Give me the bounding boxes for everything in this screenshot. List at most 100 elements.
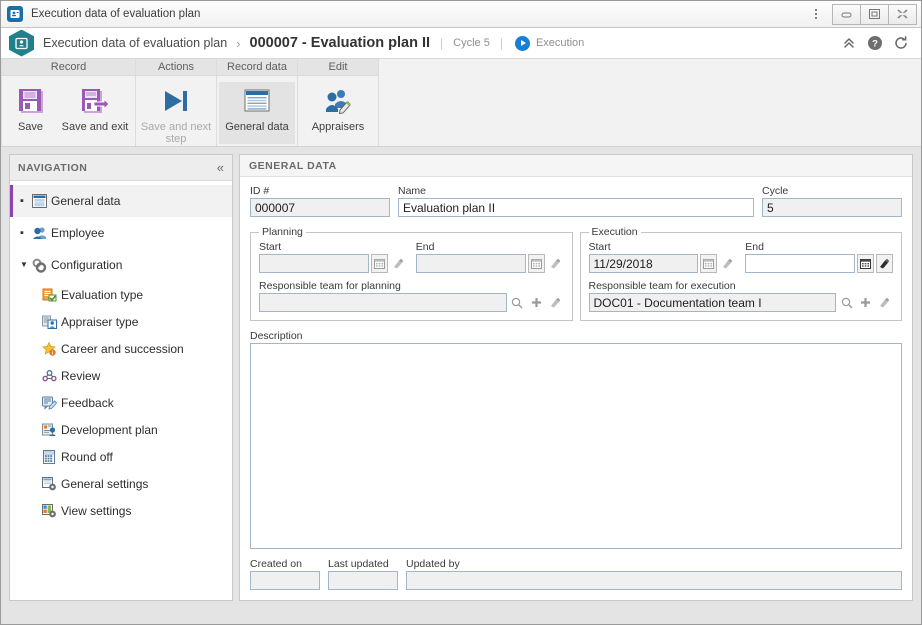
sidebar-item-label: Round off <box>61 449 113 464</box>
description-label: Description <box>250 330 303 342</box>
sidebar-item-round-off[interactable]: Round off <box>10 443 232 470</box>
save-and-next-step-button[interactable]: Save and next step <box>138 82 214 146</box>
clear-brush-icon[interactable] <box>876 254 893 273</box>
calendar-icon[interactable] <box>857 254 874 273</box>
ribbon-group-edit: Edit Appraisers <box>298 59 379 146</box>
planning-team-input[interactable] <box>259 293 507 312</box>
close-button[interactable] <box>888 3 917 25</box>
sidebar-item-configuration[interactable]: ▼ Configuration <box>10 249 232 281</box>
execution-fieldset: Execution Start 11/29/2018 End Responsib… <box>579 226 902 321</box>
id-label: ID # <box>250 185 270 197</box>
sidebar-item-label: Appraiser type <box>61 314 139 329</box>
sidebar-item-label: Employee <box>51 226 105 240</box>
id-field-group: ID # <box>250 185 390 217</box>
name-input[interactable] <box>398 198 754 217</box>
development-plan-icon <box>40 422 58 438</box>
last-updated-group: Last updated <box>328 558 398 590</box>
save-and-exit-button[interactable]: Save and exit <box>57 82 133 144</box>
planning-end-label: End <box>415 241 435 253</box>
created-on-group: Created on <box>250 558 320 590</box>
window-menu-icon[interactable] <box>805 3 827 25</box>
general-data-icon <box>243 85 271 117</box>
maximize-button[interactable] <box>860 3 889 25</box>
ribbon-empty-space <box>379 59 921 146</box>
planning-start-label: Start <box>259 241 282 253</box>
sidebar-item-development-plan[interactable]: Development plan <box>10 416 232 443</box>
sidebar-item-feedback[interactable]: Feedback <box>10 389 232 416</box>
cycle-input[interactable] <box>762 198 902 217</box>
execution-dates: Start 11/29/2018 End <box>588 241 893 273</box>
execution-end-label: End <box>745 241 764 253</box>
execution-team-group: Responsible team for execution <box>588 280 894 312</box>
updated-by-label: Updated by <box>406 558 460 570</box>
sidebar-item-appraiser-type[interactable]: Appraiser type <box>10 308 232 335</box>
id-input[interactable] <box>250 198 390 217</box>
save-button[interactable]: Save <box>4 82 57 144</box>
planning-team-group: Responsible team for planning <box>259 280 564 312</box>
created-on-input <box>250 571 320 590</box>
add-plus-icon[interactable] <box>528 293 545 312</box>
sidebar-item-view-settings[interactable]: View settings <box>10 497 232 524</box>
planning-legend: Planning <box>262 226 303 238</box>
sidebar-item-employee[interactable]: ▪ Employee <box>10 217 232 249</box>
help-icon[interactable]: ? <box>863 31 887 55</box>
cycle-indicator: Cycle 5 <box>453 37 490 49</box>
planning-team-label: Responsible team for planning <box>259 280 401 292</box>
add-plus-icon[interactable] <box>857 293 874 312</box>
sidebar-item-general-settings[interactable]: General settings <box>10 470 232 497</box>
feedback-icon <box>40 395 58 411</box>
navigation-title: NAVIGATION <box>18 161 88 174</box>
last-updated-input <box>328 571 398 590</box>
ribbon-group-title: Edit <box>298 59 378 76</box>
collapse-panel-icon[interactable]: « <box>217 161 224 174</box>
svg-text:?: ? <box>872 39 878 50</box>
evaluation-type-icon <box>40 287 58 303</box>
updated-by-group: Updated by <box>406 558 902 590</box>
minimize-button[interactable] <box>832 3 861 25</box>
ribbon-group-title: Record <box>2 59 135 76</box>
chevron-double-up-icon[interactable] <box>837 31 861 55</box>
play-icon <box>514 35 530 51</box>
appraisers-button[interactable]: Appraisers <box>300 82 376 144</box>
sidebar-item-review[interactable]: Review <box>10 362 232 389</box>
calendar-icon[interactable] <box>527 254 545 273</box>
planning-end-input[interactable] <box>415 254 526 273</box>
refresh-icon[interactable] <box>889 31 913 55</box>
breadcrumb-header: Execution data of evaluation plan › 0000… <box>1 28 921 59</box>
sidebar-item-general-data[interactable]: ▪ General data <box>10 185 232 217</box>
page-title: GENERAL DATA <box>249 159 337 172</box>
breadcrumb-root[interactable]: Execution data of evaluation plan <box>43 36 227 50</box>
cycle-label: Cycle <box>762 185 789 197</box>
description-textarea[interactable] <box>250 343 902 549</box>
execution-start-input[interactable] <box>588 254 699 273</box>
clear-brush-icon[interactable] <box>547 254 564 273</box>
execution-legend: Execution <box>591 226 638 238</box>
sidebar-item-evaluation-type[interactable]: Evaluation type <box>10 281 232 308</box>
clear-brush-icon[interactable] <box>876 293 893 312</box>
search-magnifier-icon[interactable] <box>838 293 855 312</box>
clear-brush-icon[interactable] <box>390 254 407 273</box>
status-bar <box>1 609 921 624</box>
sidebar-item-label: Configuration <box>51 258 123 272</box>
calendar-icon[interactable] <box>700 254 718 273</box>
ribbon-group-title: Record data <box>217 59 297 76</box>
breadcrumb-current: 000007 - Evaluation plan II <box>249 35 431 51</box>
planning-start-input[interactable] <box>259 254 369 273</box>
clear-brush-icon[interactable] <box>547 293 564 312</box>
general-data-label: General data <box>225 121 289 133</box>
employee-icon <box>30 225 48 241</box>
review-icon <box>40 368 58 384</box>
general-data-button[interactable]: General data <box>219 82 295 144</box>
clear-brush-icon[interactable] <box>719 254 736 273</box>
cycle-field-group: Cycle <box>762 185 902 217</box>
execution-end-input[interactable] <box>745 254 855 273</box>
sidebar-item-career-and-succession[interactable]: i Career and succession <box>10 335 232 362</box>
planning-fieldset: Planning Start End Responsible team for … <box>250 226 573 321</box>
appraisers-label: Appraisers <box>311 121 365 133</box>
chevron-down-icon[interactable]: ▼ <box>20 261 30 269</box>
configuration-gear-icon <box>30 257 48 273</box>
execution-team-input[interactable] <box>588 293 836 312</box>
save-and-next-step-label: Save and next step <box>140 121 212 145</box>
search-magnifier-icon[interactable] <box>509 293 526 312</box>
calendar-icon[interactable] <box>370 254 388 273</box>
